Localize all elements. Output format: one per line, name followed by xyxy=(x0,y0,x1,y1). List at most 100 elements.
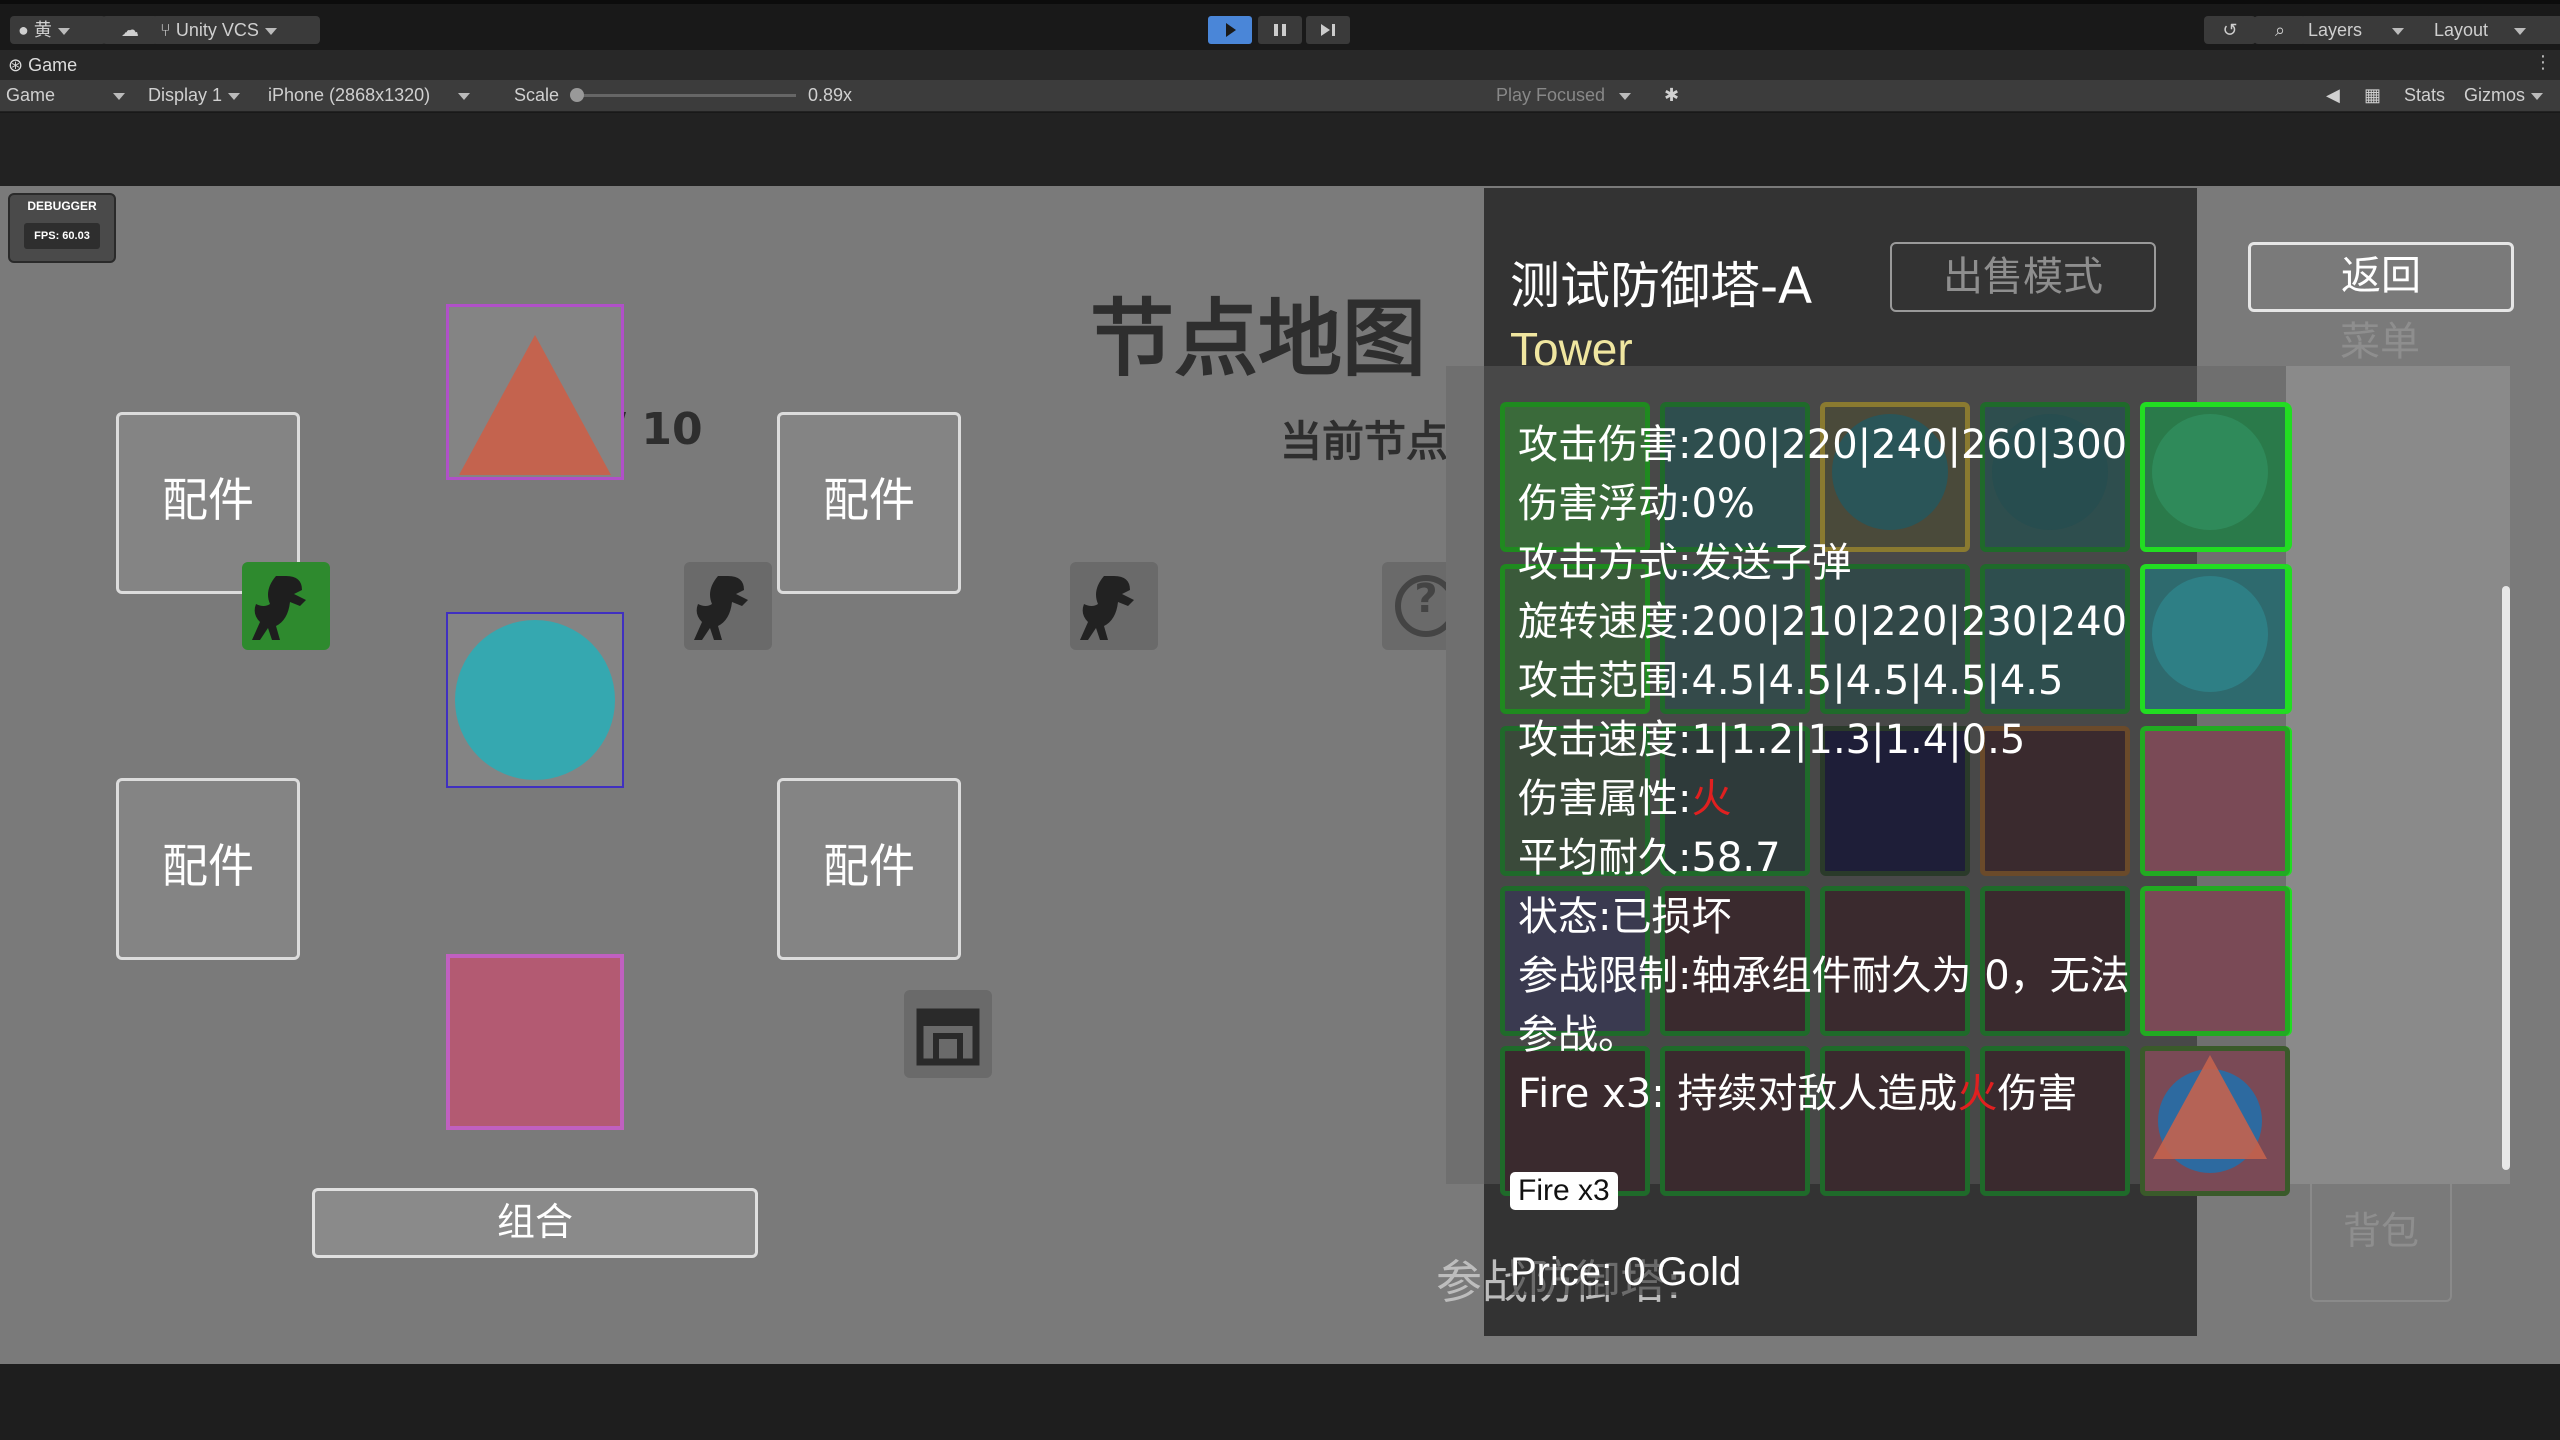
view-mode-dropdown[interactable]: Game xyxy=(6,82,130,108)
sell-mode-button[interactable]: 出售模式 xyxy=(1890,242,2156,312)
scale-label: Scale xyxy=(514,85,560,105)
tower-part-middle[interactable] xyxy=(446,612,624,788)
map-node-current[interactable] xyxy=(242,562,330,650)
chevron-down-icon xyxy=(113,92,126,100)
tab-menu-button[interactable]: ⋮ xyxy=(2534,52,2552,73)
inventory-cell[interactable] xyxy=(2140,402,2290,552)
sell-mode-label: 出售模式 xyxy=(1943,254,2103,300)
chevron-down-icon xyxy=(1619,92,1632,100)
account-icon: ● xyxy=(18,20,29,40)
inventory-cell[interactable] xyxy=(2140,1046,2290,1196)
stat-label: 伤害属性: xyxy=(1518,776,1692,822)
tab-game[interactable]: ⊛ Game xyxy=(8,52,77,78)
scale-slider[interactable] xyxy=(570,88,796,102)
layout-label: Layout xyxy=(2434,20,2489,40)
inventory-cell[interactable] xyxy=(2140,726,2290,876)
inventory-cell[interactable] xyxy=(2140,564,2290,714)
stat-value: 1|1.2|1.3|1.4|0.5 xyxy=(1691,717,2026,763)
tooltip-title: 测试防御塔-A xyxy=(1510,257,1813,315)
stat-rotation-speed: 旋转速度:200|210|220|230|240 xyxy=(1518,589,2127,647)
tooltip-price: Price: 0 Gold xyxy=(1510,1250,1742,1295)
bug-toggle[interactable]: ✱ xyxy=(1664,82,1679,108)
cloud-button[interactable]: ☁ xyxy=(102,16,158,44)
step-icon xyxy=(1321,24,1335,36)
inventory-cell[interactable] xyxy=(2140,886,2290,1036)
stat-battle-restriction-cont: 参战。 xyxy=(1518,1002,1638,1060)
step-button[interactable] xyxy=(1306,16,1350,44)
scale-value: 0.89x xyxy=(808,85,853,105)
layers-label: Layers xyxy=(2308,20,2363,40)
chevron-down-icon xyxy=(2531,92,2544,100)
scale-slider-handle[interactable] xyxy=(570,88,584,102)
stat-label: 攻击速度: xyxy=(1518,717,1692,763)
resolution-dropdown[interactable]: iPhone (2868x1320) xyxy=(268,82,498,108)
display-dropdown[interactable]: Display 1 xyxy=(148,82,260,108)
stat-value: 已损坏 xyxy=(1611,894,1732,940)
part-slot-label: 配件 xyxy=(162,473,254,527)
tab-game-label: Game xyxy=(28,55,78,75)
map-node-shop[interactable] xyxy=(904,990,992,1078)
search-button[interactable]: ⌕ xyxy=(2254,16,2306,44)
play-focused-dropdown[interactable]: Play Focused xyxy=(1496,82,1646,108)
tower-part-bottom[interactable] xyxy=(446,954,624,1130)
part-slot-top-right[interactable]: 配件 xyxy=(777,412,961,594)
stat-label: 攻击范围: xyxy=(1518,658,1692,704)
speaker-icon: ◀ xyxy=(2326,85,2340,105)
bottom-bar xyxy=(0,1364,2560,1440)
stat-battle-restriction: 参战限制:轴承组件耐久为 0，无法 xyxy=(1518,943,2130,1001)
play-icon xyxy=(1226,23,1236,37)
stat-value-element: 火 xyxy=(1691,776,1732,822)
more-vertical-icon: ⋮ xyxy=(2534,52,2552,73)
part-slot-label: 配件 xyxy=(162,839,254,893)
effect-element: 火 xyxy=(1957,1071,1998,1117)
shop-icon xyxy=(916,1008,980,1066)
layers-dropdown[interactable]: Layers xyxy=(2300,16,2436,44)
layout-dropdown[interactable]: Layout xyxy=(2426,16,2560,44)
stat-label: 伤害浮动: xyxy=(1518,481,1692,527)
grid-icon: ▦ xyxy=(2364,85,2382,105)
debugger-panel[interactable]: DEBUGGER FPS: 60.03 xyxy=(8,193,116,263)
tower-part-top[interactable] xyxy=(446,304,624,480)
vcs-dropdown[interactable]: ⑂ Unity VCS xyxy=(152,16,320,44)
effect-suffix: 伤害 xyxy=(1997,1071,2078,1117)
stat-status: 状态:已损坏 xyxy=(1518,884,1731,942)
tab-bar: ⊛ Game ⋮ xyxy=(0,50,2560,80)
stat-attack-method: 攻击方式:发送子弹 xyxy=(1518,530,1851,588)
bug-icon: ✱ xyxy=(1664,85,1680,105)
part-slot-bottom-right[interactable]: 配件 xyxy=(777,778,961,960)
stat-label: 参战限制: xyxy=(1518,953,1692,999)
combine-button[interactable]: 组合 xyxy=(312,1188,758,1258)
gizmos-label: Gizmos xyxy=(2464,85,2526,105)
map-node[interactable] xyxy=(684,562,772,650)
inventory-scrollbar[interactable] xyxy=(2502,586,2510,1170)
history-button[interactable]: ↺ xyxy=(2204,16,2256,44)
scene-title: 节点地图 xyxy=(1090,290,1427,388)
game-view-bar: Game Display 1 iPhone (2868x1320) Scale … xyxy=(0,80,2560,112)
mute-toggle[interactable]: ◀ xyxy=(2326,82,2340,108)
view-mode-label: Game xyxy=(6,85,56,105)
part-slot-bottom-left[interactable]: 配件 xyxy=(116,778,300,960)
search-icon: ⌕ xyxy=(2274,20,2286,40)
tower-composite-icon xyxy=(2153,1055,2267,1173)
map-node[interactable] xyxy=(1070,562,1158,650)
stat-value: 0% xyxy=(1691,481,1755,527)
effect-description: Fire x3: 持续对敌人造成火伤害 xyxy=(1518,1061,2077,1119)
circle-icon xyxy=(455,620,615,780)
stat-attack-speed: 攻击速度:1|1.2|1.3|1.4|0.5 xyxy=(1518,707,2025,765)
account-dropdown[interactable]: ● 黄 xyxy=(10,16,106,44)
pause-button[interactable] xyxy=(1258,16,1302,44)
gizmos-dropdown[interactable]: Gizmos xyxy=(2464,82,2554,108)
stats-button[interactable]: Stats xyxy=(2404,82,2445,108)
account-label: 黄 xyxy=(33,20,52,40)
backpack-label: 背包 xyxy=(2342,1209,2419,1253)
stat-attack-damage: 攻击伤害:200|220|240|260|300 xyxy=(1518,412,2127,470)
chevron-down-icon xyxy=(2392,27,2405,35)
play-button[interactable] xyxy=(1208,16,1252,44)
gamepad-icon: ⊛ xyxy=(8,55,24,75)
menu-button[interactable]: 菜单 xyxy=(2310,312,2450,372)
grid-toggle[interactable]: ▦ xyxy=(2364,82,2381,108)
stat-value: 轴承组件耐久为 0，无法 xyxy=(1691,953,2130,999)
back-button[interactable]: 返回 xyxy=(2248,242,2514,312)
combine-label: 组合 xyxy=(496,1200,573,1244)
history-icon: ↺ xyxy=(2222,20,2238,40)
